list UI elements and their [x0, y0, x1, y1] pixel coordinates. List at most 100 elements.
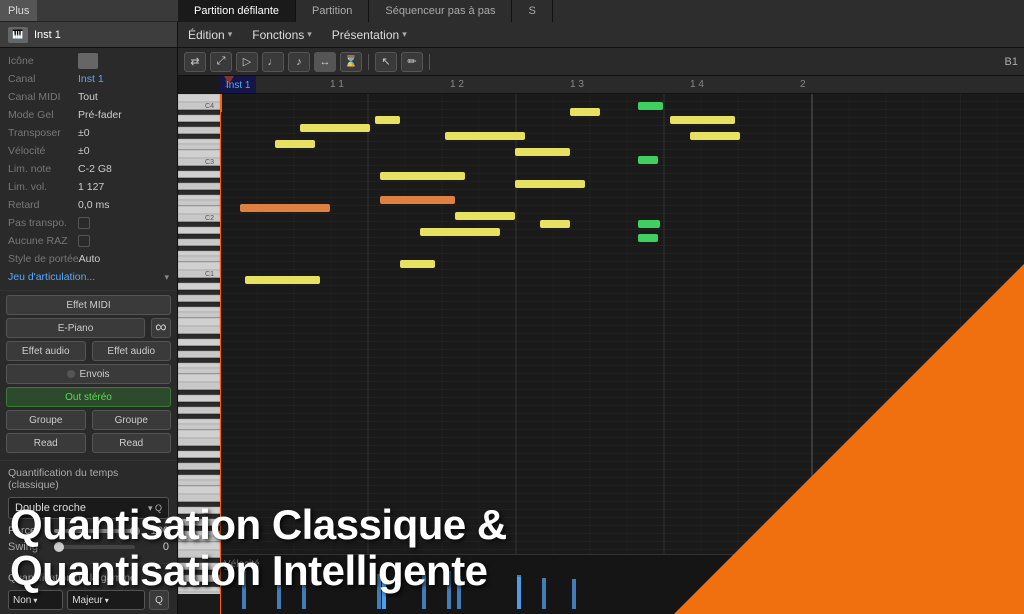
toolbar-btn-6[interactable]: ↔ [314, 52, 336, 72]
ruler: 1 1 1 1 2 1 3 1 4 2 [220, 76, 1024, 94]
tab-score[interactable]: S [512, 0, 552, 22]
sidebar-canal-value[interactable]: Inst 1 [78, 73, 104, 85]
note-5[interactable] [515, 148, 570, 156]
channel-row-epiano: E-Piano ∞ [6, 318, 171, 338]
ruler-mark-14: 1 4 [690, 79, 704, 90]
note-19[interactable] [690, 132, 740, 140]
btn-read-1[interactable]: Read [6, 433, 86, 453]
toolbar-btn-pencil[interactable]: ✏ [401, 52, 423, 72]
sidebar-aucune-raz-check[interactable] [78, 235, 90, 247]
sidebar-icone-box[interactable] [78, 53, 98, 69]
fonctions-arrow: ▾ [307, 29, 312, 40]
sidebar-pas-transpo-row: Pas transpo. [0, 214, 177, 232]
jeu-articulation-arrow: ▾ [164, 272, 169, 283]
note-20[interactable] [245, 276, 320, 284]
note-4[interactable] [445, 132, 525, 140]
sidebar-properties: Icône Canal Inst 1 Canal MIDI Tout Mode … [0, 48, 177, 290]
btn-effet-audio-2[interactable]: Effet audio [92, 341, 172, 361]
sidebar-mode-gel-label: Mode Gel [8, 109, 78, 121]
sidebar-retard-row: Retard 0,0 ms [0, 196, 177, 214]
btn-epiano[interactable]: E-Piano [6, 318, 145, 338]
envois-dot [67, 370, 75, 378]
note-10[interactable] [380, 196, 455, 204]
note-6[interactable] [570, 108, 600, 116]
toolbar-btn-4[interactable]: ♩ [262, 52, 284, 72]
sidebar-lim-note-value: C-2 G8 [78, 163, 112, 175]
toolbar-sep-2 [429, 54, 430, 70]
sidebar-pas-transpo-check[interactable] [78, 217, 90, 229]
channel-row-effet-audio: Effet audio Effet audio [6, 341, 171, 361]
note-9[interactable] [240, 204, 330, 212]
note-8[interactable] [515, 180, 585, 188]
toolbar-btn-2[interactable]: ⤢ [210, 52, 232, 72]
quant-title: Quantification du temps (classique) [8, 467, 169, 491]
toolbar-btn-1[interactable]: ⇄ [184, 52, 206, 72]
channel-row-groupe: Groupe Groupe [6, 410, 171, 430]
sidebar-canal-midi-row: Canal MIDI Tout [0, 88, 177, 106]
sidebar-mode-gel-value: Pré-fader [78, 109, 122, 121]
btn-groupe-1[interactable]: Groupe [6, 410, 86, 430]
sidebar-piste-value: Inst 1 [34, 29, 61, 41]
plus-menu[interactable]: Plus [0, 0, 37, 21]
tab-bar: Partition défilante Partition Séquenceur… [178, 0, 1024, 22]
sidebar-retard-label: Retard [8, 199, 78, 211]
note-14[interactable] [638, 102, 663, 110]
sidebar-jeu-articulation-row[interactable]: Jeu d'articulation... ▾ [0, 268, 177, 286]
btn-effet-audio-1[interactable]: Effet audio [6, 341, 86, 361]
sidebar-jeu-articulation-label: Jeu d'articulation... [8, 271, 95, 283]
note-15[interactable] [638, 156, 658, 164]
toolbar-btn-3[interactable]: ▷ [236, 52, 258, 72]
edition-arrow: ▾ [228, 29, 233, 40]
note-2[interactable] [275, 140, 315, 148]
toolbar-btn-arrow[interactable]: ↖ [375, 52, 397, 72]
note-17[interactable] [638, 234, 658, 242]
sidebar-transposer-value: ±0 [78, 127, 90, 139]
tab-partition[interactable]: Partition [296, 0, 369, 22]
overlay-triangle-orange [674, 264, 1024, 614]
inst-label: Inst 1 [220, 76, 256, 94]
note-13[interactable] [420, 228, 500, 236]
toolbar-btn-7[interactable]: ⌛ [340, 52, 362, 72]
ruler-mark-13: 1 3 [570, 79, 584, 90]
sidebar-header: 🎹 Inst 1 [0, 22, 177, 48]
svg-text:C4: C4 [205, 103, 214, 110]
overlay-line2: Quantisation Intelligente [10, 548, 507, 594]
toolbar-sep-1 [368, 54, 369, 70]
toolbar-btn-5[interactable]: ♪ [288, 52, 310, 72]
menu-fonctions[interactable]: Fonctions ▾ [242, 22, 322, 47]
note-3[interactable] [375, 116, 400, 124]
note-18[interactable] [670, 116, 735, 124]
channel-row-envois: Envois [6, 364, 171, 384]
tab-sequencer[interactable]: Séquenceur pas à pas [369, 0, 512, 22]
sidebar-lim-vol-label: Lim. vol. [8, 181, 78, 193]
sidebar-icone-row: Icône [0, 52, 177, 70]
btn-groupe-2[interactable]: Groupe [92, 410, 172, 430]
menu-edition[interactable]: Édition ▾ [178, 22, 242, 47]
menu-presentation[interactable]: Présentation ▾ [322, 22, 417, 47]
gamme-majeur-arrow: ▾ [105, 596, 109, 605]
tab-partition-defilante[interactable]: Partition défilante [178, 0, 296, 22]
note-16[interactable] [638, 220, 660, 228]
sidebar-transposer-label: Transposer [8, 127, 78, 139]
note-1[interactable] [300, 124, 370, 132]
channel-strip: Effet MIDI E-Piano ∞ Effet audio Effet a… [0, 290, 177, 460]
note-21[interactable] [400, 260, 435, 268]
note-7[interactable] [380, 172, 465, 180]
svg-text:C1: C1 [205, 271, 214, 278]
btn-link[interactable]: ∞ [151, 318, 171, 338]
note-11[interactable] [455, 212, 515, 220]
sidebar-track-icon: 🎹 [8, 27, 28, 43]
btn-out-stereo[interactable]: Out stéréo [6, 387, 171, 407]
note-12[interactable] [540, 220, 570, 228]
svg-text:C2: C2 [205, 215, 214, 222]
channel-row-read: Read Read [6, 433, 171, 453]
btn-envois[interactable]: Envois [6, 364, 171, 384]
sidebar-lim-note-row: Lim. note C-2 G8 [0, 160, 177, 178]
sidebar-mode-gel-row: Mode Gel Pré-fader [0, 106, 177, 124]
ruler-mark-11: 1 1 [330, 79, 344, 90]
sidebar-aucune-raz-row: Aucune RAZ [0, 232, 177, 250]
btn-read-2[interactable]: Read [92, 433, 172, 453]
sidebar-lim-note-label: Lim. note [8, 163, 78, 175]
btn-effet-midi[interactable]: Effet MIDI [6, 295, 171, 315]
ruler-mark-12: 1 2 [450, 79, 464, 90]
